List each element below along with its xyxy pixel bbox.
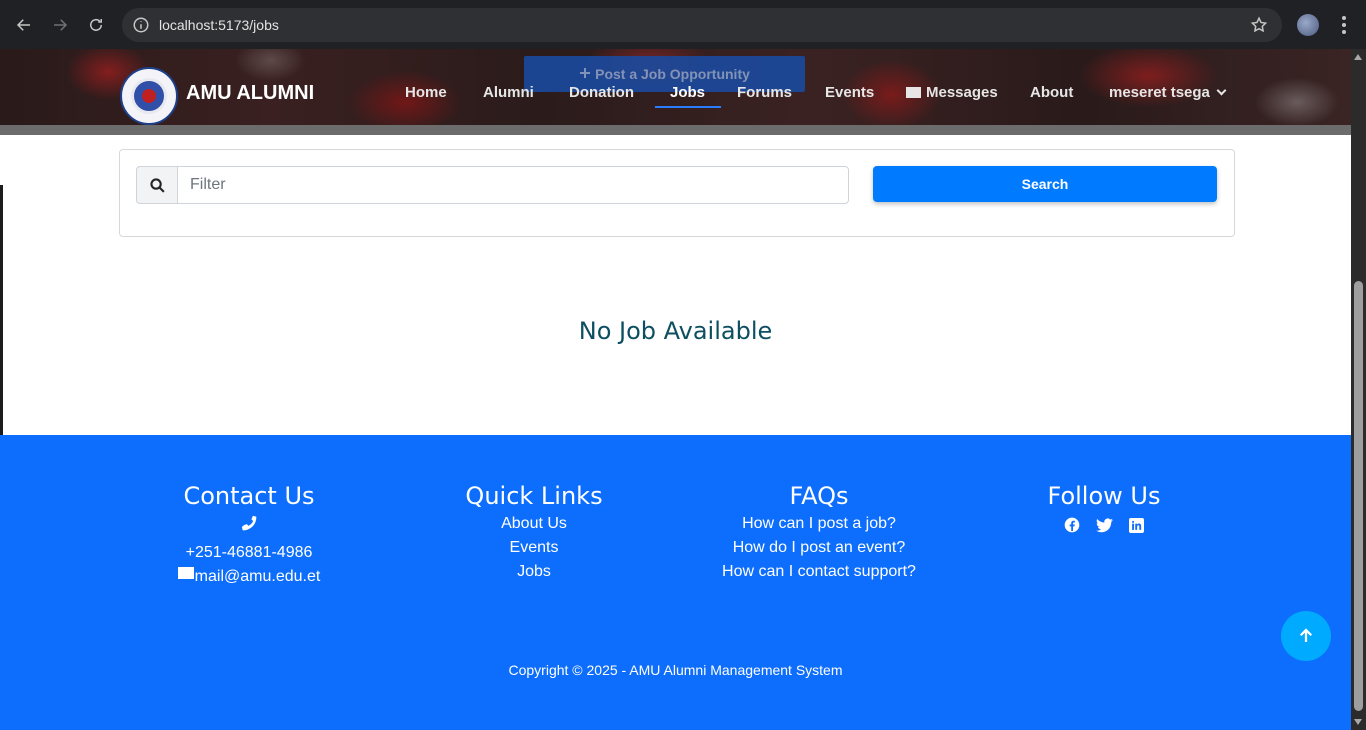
left-edge-strip — [0, 185, 3, 435]
post-job-label: Post a Job Opportunity — [595, 66, 750, 82]
user-menu[interactable]: meseret tsega — [1109, 84, 1227, 101]
envelope-icon — [177, 567, 194, 579]
filter-input[interactable] — [177, 166, 849, 204]
footer-link-about-us[interactable]: About Us — [464, 512, 604, 536]
envelope-icon — [906, 87, 921, 98]
amu-logo[interactable] — [120, 67, 178, 125]
forward-icon[interactable] — [46, 11, 74, 39]
scroll-down-icon[interactable] — [1354, 719, 1362, 725]
nav-messages[interactable]: Messages — [906, 84, 998, 101]
twitter-icon[interactable] — [1095, 516, 1113, 534]
chevron-down-icon — [1216, 85, 1227, 96]
quick-links-title: Quick Links — [465, 482, 603, 510]
footer-link-jobs[interactable]: Jobs — [464, 560, 604, 584]
search-icon — [136, 166, 177, 204]
nav-messages-label: Messages — [926, 84, 998, 101]
contact-email-row: mail@amu.edu.et — [170, 567, 328, 586]
faq-post-job[interactable]: How can I post a job? — [709, 512, 929, 536]
site-info-icon[interactable] — [132, 16, 150, 34]
no-jobs-message: No Job Available — [578, 317, 773, 345]
back-to-top-button[interactable] — [1281, 611, 1331, 661]
active-nav-underline — [655, 106, 721, 108]
page-viewport: AMU ALUMNI Post a Job Opportunity Home A… — [0, 49, 1351, 730]
header-bottom-bar — [0, 125, 1351, 135]
search-input-group — [136, 166, 849, 204]
arrow-up-icon — [1299, 628, 1313, 642]
nav-events[interactable]: Events — [825, 84, 874, 101]
bookmark-star-icon[interactable] — [1250, 16, 1268, 34]
user-name: meseret tsega — [1109, 84, 1210, 101]
browser-menu-icon[interactable] — [1334, 14, 1354, 36]
copyright-text: Copyright © 2025 - AMU Alumni Management… — [508, 662, 843, 678]
footer-link-events[interactable]: Events — [464, 536, 604, 560]
scrollbar-thumb[interactable] — [1354, 281, 1363, 711]
plus-icon — [579, 66, 591, 82]
back-icon[interactable] — [10, 11, 38, 39]
nav-forums[interactable]: Forums — [737, 84, 792, 101]
faq-contact-support[interactable]: How can I contact support? — [709, 560, 929, 584]
contact-email[interactable]: mail@amu.edu.et — [195, 568, 321, 586]
search-button[interactable]: Search — [873, 166, 1217, 202]
footer-faqs: FAQs How can I post a job? How do I post… — [709, 482, 929, 584]
contact-title: Contact Us — [183, 482, 315, 510]
profile-avatar[interactable] — [1297, 14, 1319, 36]
nav-home[interactable]: Home — [405, 84, 447, 101]
footer-contact: Contact Us +251-46881-4986 mail@amu.edu.… — [170, 482, 328, 586]
faqs-title: FAQs — [789, 482, 849, 510]
site-footer: Contact Us +251-46881-4986 mail@amu.edu.… — [0, 435, 1351, 730]
phone-icon — [170, 510, 328, 536]
footer-quick-links: Quick Links About Us Events Jobs — [464, 482, 604, 584]
nav-donation[interactable]: Donation — [569, 84, 634, 101]
footer-follow-us: Follow Us — [1044, 482, 1164, 534]
nav-jobs[interactable]: Jobs — [670, 84, 705, 101]
facebook-icon[interactable] — [1063, 516, 1081, 534]
address-url[interactable]: localhost:5173/jobs — [159, 17, 279, 33]
contact-phone: +251-46881-4986 — [185, 544, 313, 561]
reload-icon[interactable] — [82, 11, 110, 39]
page-scrollbar[interactable] — [1351, 49, 1366, 730]
scroll-up-icon[interactable] — [1354, 54, 1362, 60]
linkedin-icon[interactable] — [1127, 516, 1145, 534]
nav-about[interactable]: About — [1030, 84, 1073, 101]
browser-toolbar: localhost:5173/jobs — [0, 0, 1366, 49]
site-header: AMU ALUMNI Post a Job Opportunity Home A… — [0, 49, 1351, 125]
nav-alumni[interactable]: Alumni — [483, 84, 534, 101]
faq-post-event[interactable]: How do I post an event? — [709, 536, 929, 560]
search-card: Search — [119, 149, 1235, 237]
follow-us-title: Follow Us — [1047, 482, 1161, 510]
brand-title[interactable]: AMU ALUMNI — [186, 82, 314, 105]
address-bar[interactable]: localhost:5173/jobs — [122, 8, 1282, 42]
